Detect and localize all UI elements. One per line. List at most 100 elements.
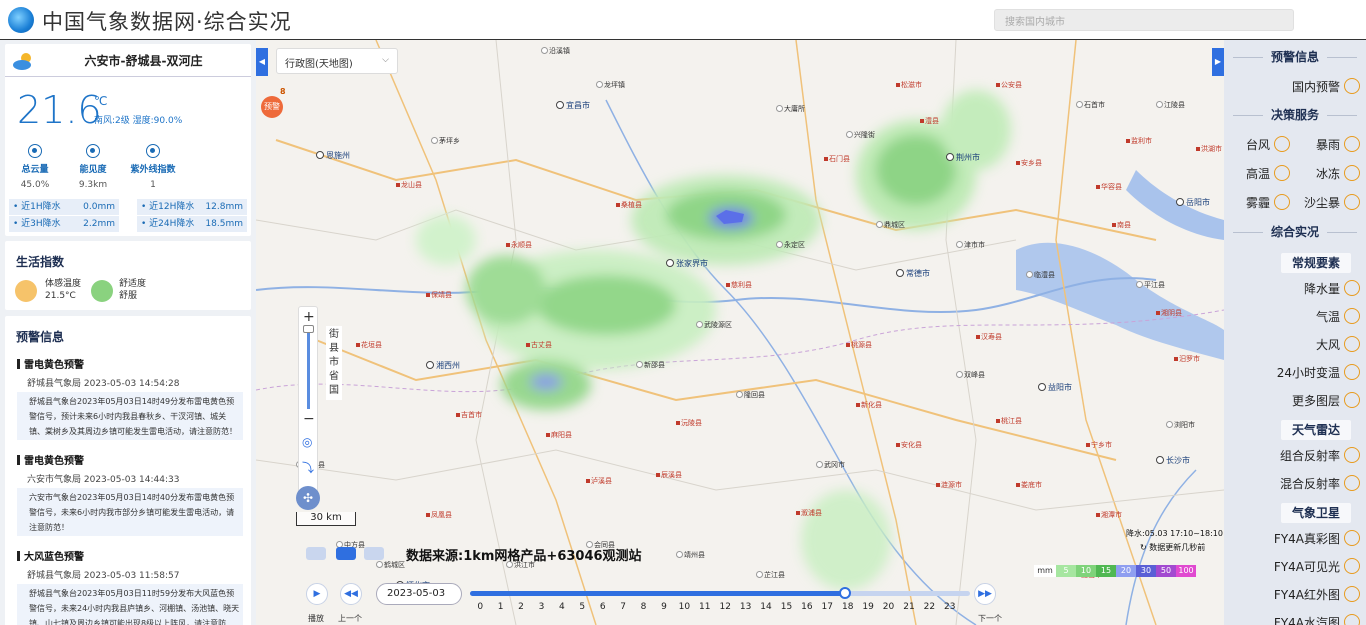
- play-button[interactable]: ▶: [306, 583, 328, 605]
- zoom-level[interactable]: 县: [326, 342, 342, 356]
- map-view[interactable]: 张家界市 常德市 益阳市 长沙市 岳阳市 荆州市 宜昌市 怀化市 湘西州 恩施州…: [256, 40, 1224, 625]
- warning-item-title[interactable]: 雷电黄色预警: [17, 452, 84, 467]
- hour-label[interactable]: 11: [698, 602, 712, 612]
- decision-item[interactable]: 高温: [1246, 165, 1290, 182]
- map-city-label[interactable]: 宜昌市: [556, 100, 590, 111]
- zoom-in-button[interactable]: +: [303, 309, 315, 325]
- warning-item-title[interactable]: 大风蓝色预警: [17, 548, 84, 563]
- layer-item[interactable]: FY4A红外图: [1274, 586, 1360, 603]
- next-label: 下一个: [978, 614, 1002, 623]
- map-city-label[interactable]: 长沙市: [1156, 455, 1190, 466]
- decision-item[interactable]: 冰冻: [1316, 165, 1360, 182]
- map-city-label[interactable]: 常德市: [896, 268, 930, 279]
- layer-item[interactable]: 国内预警: [1292, 78, 1360, 95]
- layer-item[interactable]: 气温: [1316, 308, 1360, 325]
- zoom-level[interactable]: 市: [326, 356, 342, 370]
- time-slider[interactable]: [470, 587, 970, 599]
- decision-item-label: 高温: [1245, 167, 1270, 181]
- rain-value: 18.5mm: [205, 219, 243, 229]
- map-canvas[interactable]: [256, 40, 1224, 625]
- hour-label[interactable]: 3: [534, 602, 548, 612]
- hour-label[interactable]: 12: [718, 602, 732, 612]
- layer-item[interactable]: 24小时变温: [1277, 364, 1360, 381]
- layer-item-label: FY4A水汽图: [1273, 616, 1340, 625]
- hour-label[interactable]: 19: [861, 602, 875, 612]
- decision-item[interactable]: 台风: [1246, 136, 1290, 153]
- stat-value: 45.0%: [20, 180, 50, 190]
- refresh-icon[interactable]: ↻: [1140, 543, 1149, 552]
- rainstorm-icon: [1344, 136, 1360, 152]
- date-picker[interactable]: 2023-05-03: [376, 583, 462, 605]
- cloud-toggle-icon[interactable]: [306, 547, 326, 560]
- decision-item[interactable]: 雾霾: [1246, 194, 1290, 211]
- map-city-label[interactable]: 荆州市: [946, 152, 980, 163]
- layer-item[interactable]: 更多图层: [1292, 392, 1360, 409]
- hour-label[interactable]: 6: [596, 602, 610, 612]
- hour-label[interactable]: 22: [922, 602, 936, 612]
- hour-label[interactable]: 14: [759, 602, 773, 612]
- layer-item[interactable]: 降水量: [1304, 280, 1360, 297]
- layers-icon[interactable]: ✣: [296, 486, 320, 510]
- map-county-label: 宁乡市: [1086, 440, 1112, 450]
- map-city-label[interactable]: 湘西州: [426, 360, 460, 371]
- hour-label[interactable]: 1: [494, 602, 508, 612]
- warning-item-title[interactable]: 雷电黄色预警: [17, 356, 84, 371]
- hour-label[interactable]: 17: [820, 602, 834, 612]
- hour-label[interactable]: 18: [841, 602, 855, 612]
- temperature-unit: ℃: [94, 94, 108, 108]
- layer-select[interactable]: 行政图(天地图) ⌵: [276, 48, 398, 74]
- collapse-left-button[interactable]: ◀: [256, 48, 268, 76]
- layer-item-label: 气温: [1315, 310, 1340, 324]
- decision-item[interactable]: 沙尘暴: [1304, 194, 1360, 211]
- map-city-label[interactable]: 恩施州: [316, 150, 350, 161]
- measure-icon[interactable]: ⤵: [302, 459, 314, 476]
- map-city-label[interactable]: 岳阳市: [1176, 197, 1210, 208]
- hour-label[interactable]: 16: [800, 602, 814, 612]
- zoom-out-button[interactable]: −: [303, 411, 315, 427]
- section-heading: 综合实况: [1224, 223, 1366, 240]
- hour-label[interactable]: 8: [637, 602, 651, 612]
- rain-toggle-icon[interactable]: [364, 547, 384, 560]
- zoom-handle[interactable]: [303, 325, 314, 333]
- zoom-level[interactable]: 街: [326, 328, 342, 342]
- warning-marker[interactable]: 预警: [261, 96, 283, 118]
- typhoon-icon: [1274, 136, 1290, 152]
- decision-item-label: 台风: [1245, 138, 1270, 152]
- hour-label[interactable]: 7: [616, 602, 630, 612]
- hour-label[interactable]: 5: [575, 602, 589, 612]
- locate-icon[interactable]: ◎: [302, 435, 312, 449]
- hour-label[interactable]: 15: [779, 602, 793, 612]
- layer-item[interactable]: FY4A水汽图: [1274, 614, 1360, 625]
- prev-button[interactable]: ◀◀: [340, 583, 362, 605]
- zoom-level[interactable]: 省: [326, 370, 342, 384]
- hour-label[interactable]: 10: [677, 602, 691, 612]
- time-slider-handle[interactable]: [839, 587, 851, 599]
- wind-toggle-icon[interactable]: [336, 547, 356, 560]
- hour-label[interactable]: 9: [657, 602, 671, 612]
- site-title: 中国气象数据网·综合实况: [42, 10, 292, 34]
- map-city-label[interactable]: 益阳市: [1038, 382, 1072, 393]
- hour-label[interactable]: 4: [555, 602, 569, 612]
- layer-item[interactable]: 组合反射率: [1280, 447, 1360, 464]
- hour-label[interactable]: 13: [739, 602, 753, 612]
- collapse-right-button[interactable]: ▶: [1212, 48, 1224, 76]
- hour-label[interactable]: 0: [473, 602, 487, 612]
- next-button[interactable]: ▶▶: [974, 583, 996, 605]
- update-status[interactable]: ↻ 数据更新几秒前: [1140, 542, 1205, 553]
- layer-item[interactable]: 混合反射率: [1280, 475, 1360, 492]
- hour-label[interactable]: 20: [882, 602, 896, 612]
- map-city-label[interactable]: 张家界市: [666, 258, 708, 269]
- zoom-control[interactable]: + − ◎ ⤵: [298, 306, 318, 506]
- layer-item[interactable]: 大风: [1316, 336, 1360, 353]
- zoom-track[interactable]: [307, 329, 310, 409]
- temperature-value: 21.6: [17, 88, 102, 132]
- hour-label[interactable]: 23: [943, 602, 957, 612]
- timeline: ▶ 播放 ◀◀ 上一个 2023-05-03 ▶▶ 下一个 0123456789…: [256, 575, 1224, 625]
- search-input[interactable]: 搜索国内城市: [994, 9, 1294, 31]
- layer-item[interactable]: FY4A真彩图: [1274, 530, 1360, 547]
- layer-item[interactable]: FY4A可见光: [1274, 558, 1360, 575]
- decision-item[interactable]: 暴雨: [1316, 136, 1360, 153]
- hour-label[interactable]: 21: [902, 602, 916, 612]
- hour-label[interactable]: 2: [514, 602, 528, 612]
- zoom-level[interactable]: 国: [326, 384, 342, 398]
